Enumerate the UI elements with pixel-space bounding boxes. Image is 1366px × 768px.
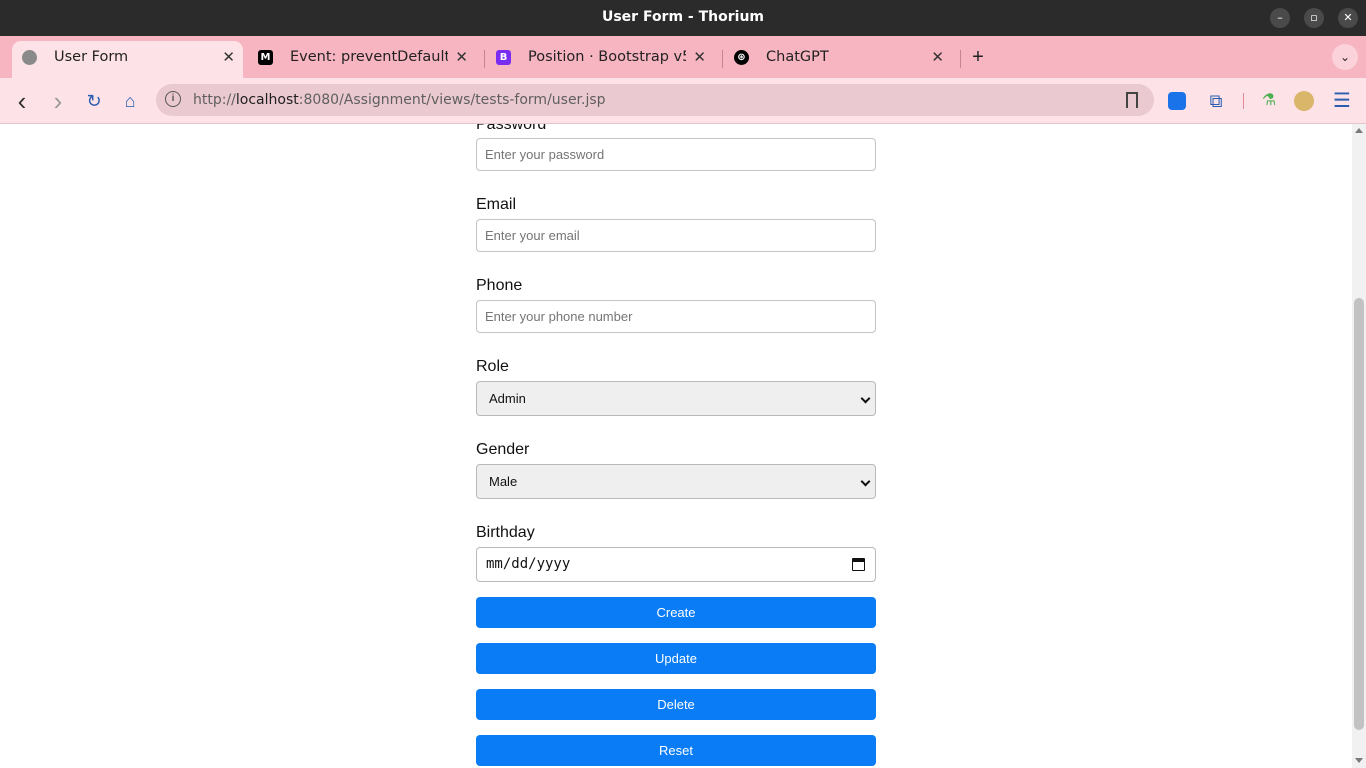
tab-label: Event: preventDefault() m [290, 49, 448, 65]
birthday-label: Birthday [476, 524, 535, 541]
home-button[interactable]: ⌂ [118, 89, 142, 113]
tab-label: Position · Bootstrap v5.3 [528, 49, 686, 65]
close-window-button[interactable]: ✕ [1338, 8, 1358, 28]
gender-select[interactable]: Male [476, 464, 876, 499]
chevron-down-icon [860, 476, 871, 487]
calendar-icon[interactable] [852, 558, 865, 571]
tab-separator [960, 50, 961, 68]
close-tab-icon[interactable]: ✕ [455, 41, 468, 73]
tab-strip: User Form ✕ M Event: preventDefault() m … [0, 36, 1366, 78]
page-viewport: Password Email Phone Role Admin Gender M… [0, 124, 1352, 768]
scroll-down-arrow-icon[interactable] [1355, 758, 1363, 763]
main-menu-icon[interactable]: ☰ [1331, 90, 1353, 112]
tab-label: User Form [54, 49, 129, 65]
page-scrollbar-thumb[interactable] [1354, 298, 1364, 730]
url-path: :8080/Assignment/views/tests-form/user.j… [298, 92, 606, 108]
globe-icon [22, 50, 37, 65]
bootstrap-icon: B [496, 50, 511, 65]
bookmark-icon[interactable] [1126, 92, 1138, 108]
maximize-button[interactable]: ▫ [1304, 8, 1324, 28]
email-field[interactable] [476, 219, 876, 252]
close-tab-icon[interactable]: ✕ [222, 41, 235, 73]
tab-chatgpt[interactable]: ⊛ ChatGPT ✕ [724, 41, 952, 78]
role-selected-value: Admin [489, 391, 526, 406]
reload-button[interactable]: ↻ [82, 89, 106, 113]
site-info-icon[interactable]: i [165, 91, 181, 107]
window-titlebar: User Form - Thorium – ▫ ✕ [0, 0, 1366, 36]
url-text[interactable]: http://localhost:8080/Assignment/views/t… [193, 92, 606, 108]
tab-user-form[interactable]: User Form ✕ [12, 41, 243, 78]
browser-toolbar: ‹ › ↻ ⌂ i http://localhost:8080/Assignme… [0, 78, 1366, 124]
tab-separator [484, 50, 485, 68]
window-title: User Form - Thorium [601, 9, 765, 25]
mdn-icon: M [258, 50, 273, 65]
tab-bootstrap-position[interactable]: B Position · Bootstrap v5.3 ✕ [486, 41, 714, 78]
create-button[interactable]: Create [476, 597, 876, 628]
birthday-value: mm/dd/yyyy [486, 556, 571, 572]
password-field[interactable] [476, 138, 876, 171]
tab-prevent-default[interactable]: M Event: preventDefault() m ✕ [248, 41, 476, 78]
url-prefix: http:// [193, 92, 236, 108]
tab-label: ChatGPT [766, 49, 829, 65]
role-select[interactable]: Admin [476, 381, 876, 416]
chatgpt-icon: ⊛ [734, 50, 749, 65]
scroll-up-arrow-icon[interactable] [1355, 128, 1363, 133]
update-button[interactable]: Update [476, 643, 876, 674]
tab-separator [722, 50, 723, 68]
forward-button[interactable]: › [46, 88, 70, 114]
translate-extension-icon[interactable] [1168, 92, 1186, 110]
email-label: Email [476, 196, 517, 213]
chevron-down-icon [860, 393, 871, 404]
back-button[interactable]: ‹ [10, 88, 34, 114]
url-host: localhost [235, 92, 299, 108]
close-tab-icon[interactable]: ✕ [693, 41, 706, 73]
password-label: Password [476, 124, 547, 133]
role-label: Role [476, 358, 509, 375]
reset-button[interactable]: Reset [476, 735, 876, 766]
delete-button[interactable]: Delete [476, 689, 876, 720]
profile-avatar[interactable] [1294, 91, 1314, 111]
phone-label: Phone [476, 277, 523, 294]
address-bar[interactable]: i http://localhost:8080/Assignment/views… [156, 84, 1154, 116]
toolbar-separator [1243, 93, 1244, 109]
birthday-field[interactable]: mm/dd/yyyy [476, 547, 876, 582]
extensions-puzzle-icon[interactable]: ⧉ [1205, 90, 1227, 112]
tab-search-button[interactable]: ⌄ [1332, 44, 1358, 70]
close-tab-icon[interactable]: ✕ [931, 41, 944, 73]
minimize-button[interactable]: – [1270, 8, 1290, 28]
new-tab-button[interactable]: + [968, 45, 988, 69]
gender-selected-value: Male [489, 474, 518, 489]
labs-flask-icon[interactable]: ⚗ [1258, 90, 1280, 112]
phone-field[interactable] [476, 300, 876, 333]
gender-label: Gender [476, 441, 530, 458]
